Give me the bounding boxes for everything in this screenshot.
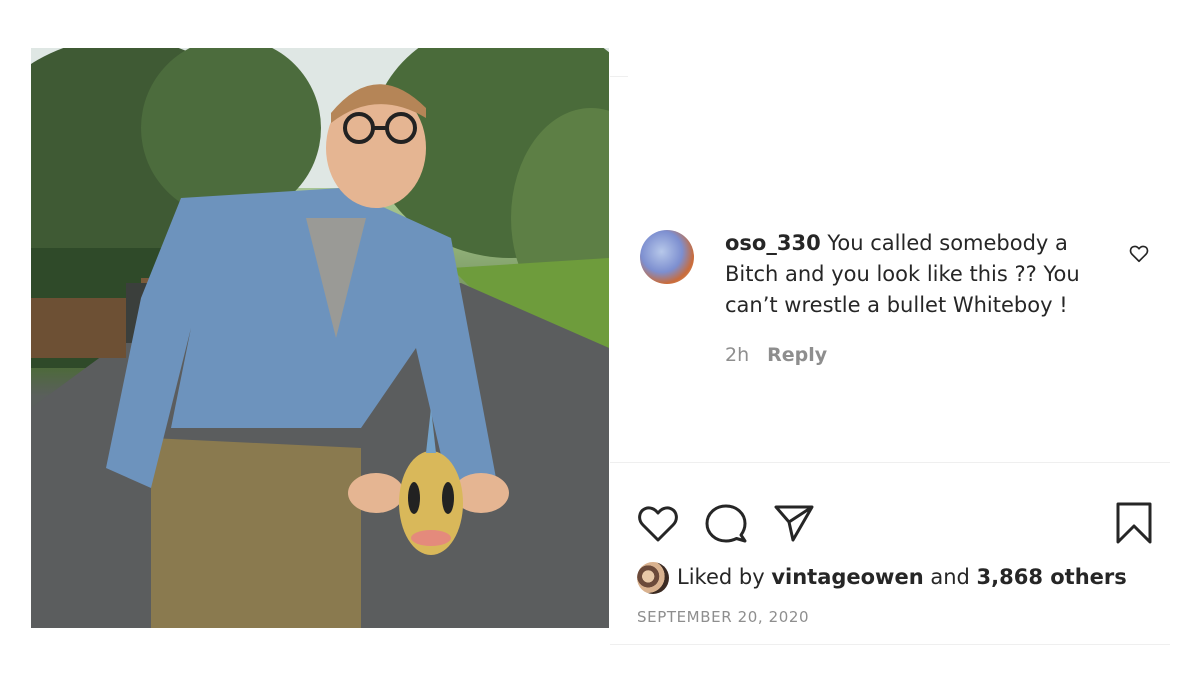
post-actions [636,502,1156,544]
post-photo[interactable] [31,48,609,628]
likes-prefix: Liked by [677,565,772,589]
likes-middle: and [923,565,977,589]
paper-plane-icon[interactable] [772,502,816,544]
speech-bubble-icon[interactable] [704,502,748,544]
divider [610,462,1170,463]
likes-summary: Liked by vintageowen and 3,868 others [637,560,1127,594]
comment-time: 2h [725,344,750,366]
comment-meta: 2h Reply [725,344,827,366]
reply-button[interactable]: Reply [767,344,827,366]
comment-username[interactable]: oso_330 [725,231,821,255]
liker-username[interactable]: vintageowen [771,565,923,589]
comment-like-heart-icon[interactable] [1128,242,1150,264]
post-date[interactable]: SEPTEMBER 20, 2020 [637,608,809,626]
liker-avatar[interactable] [637,562,669,594]
likes-count[interactable]: 3,868 others [977,565,1127,589]
comment-avatar[interactable] [640,230,694,284]
heart-icon[interactable] [636,502,680,544]
comment-body: oso_330 You called somebody a Bitch and … [725,228,1105,321]
bookmark-icon[interactable] [1112,502,1156,544]
post-photo-illustration [31,48,609,628]
divider [610,76,628,77]
post-side-panel: oso_330 You called somebody a Bitch and … [610,48,1170,648]
divider [610,644,1170,645]
